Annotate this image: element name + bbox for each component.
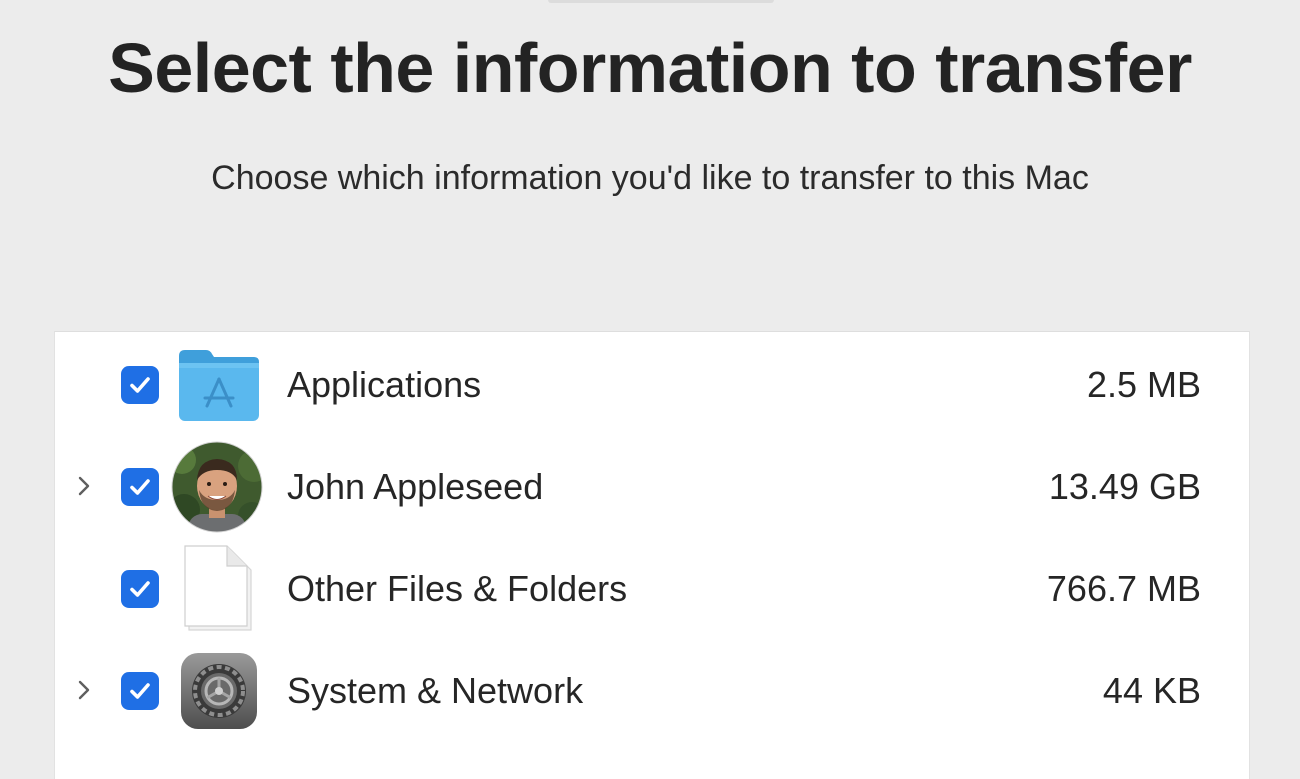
checkmark-icon [130,377,150,393]
chevron-right-icon [78,476,90,496]
window-top-edge [548,0,774,3]
system-preferences-gear-icon [173,649,265,733]
user-avatar-icon [171,441,263,533]
applications-checkbox[interactable] [121,366,159,404]
john-appleseed-label: John Appleseed [287,466,544,507]
john-appleseed-checkbox[interactable] [121,468,159,506]
applications-size: 2.5 MB [1086,364,1201,405]
list-item-applications: Applications 2.5 MB [55,335,1249,435]
page-title: Select the information to transfer [108,29,1192,107]
list-item-john-appleseed: John Appleseed 13.49 GB [55,437,1249,537]
list-item-system-network: System & Network 44 KB [55,641,1249,741]
transfer-items-list: Applications 2.5 MB John Appleseed 13.49… [54,331,1250,779]
john-appleseed-size: 13.49 GB [1048,466,1201,507]
list-item-other-files-folders: Other Files & Folders 766.7 MB [55,539,1249,639]
chevron-right-icon [78,680,90,700]
applications-folder-icon [173,343,265,427]
checkmark-icon [130,581,150,597]
page-subtitle: Choose which information you'd like to t… [211,159,1089,197]
other-files-folders-label: Other Files & Folders [287,568,628,609]
expand-system-network-button[interactable] [71,677,97,703]
system-network-size: 44 KB [1102,670,1201,711]
system-network-checkbox[interactable] [121,672,159,710]
document-icon [173,545,265,631]
system-network-label: System & Network [287,670,584,711]
other-files-folders-checkbox[interactable] [121,570,159,608]
checkmark-icon [130,683,150,699]
checkmark-icon [130,479,150,495]
avatar [167,441,267,533]
applications-label: Applications [287,364,482,405]
expand-john-appleseed-button[interactable] [71,473,97,499]
other-files-folders-size: 766.7 MB [1046,568,1201,609]
